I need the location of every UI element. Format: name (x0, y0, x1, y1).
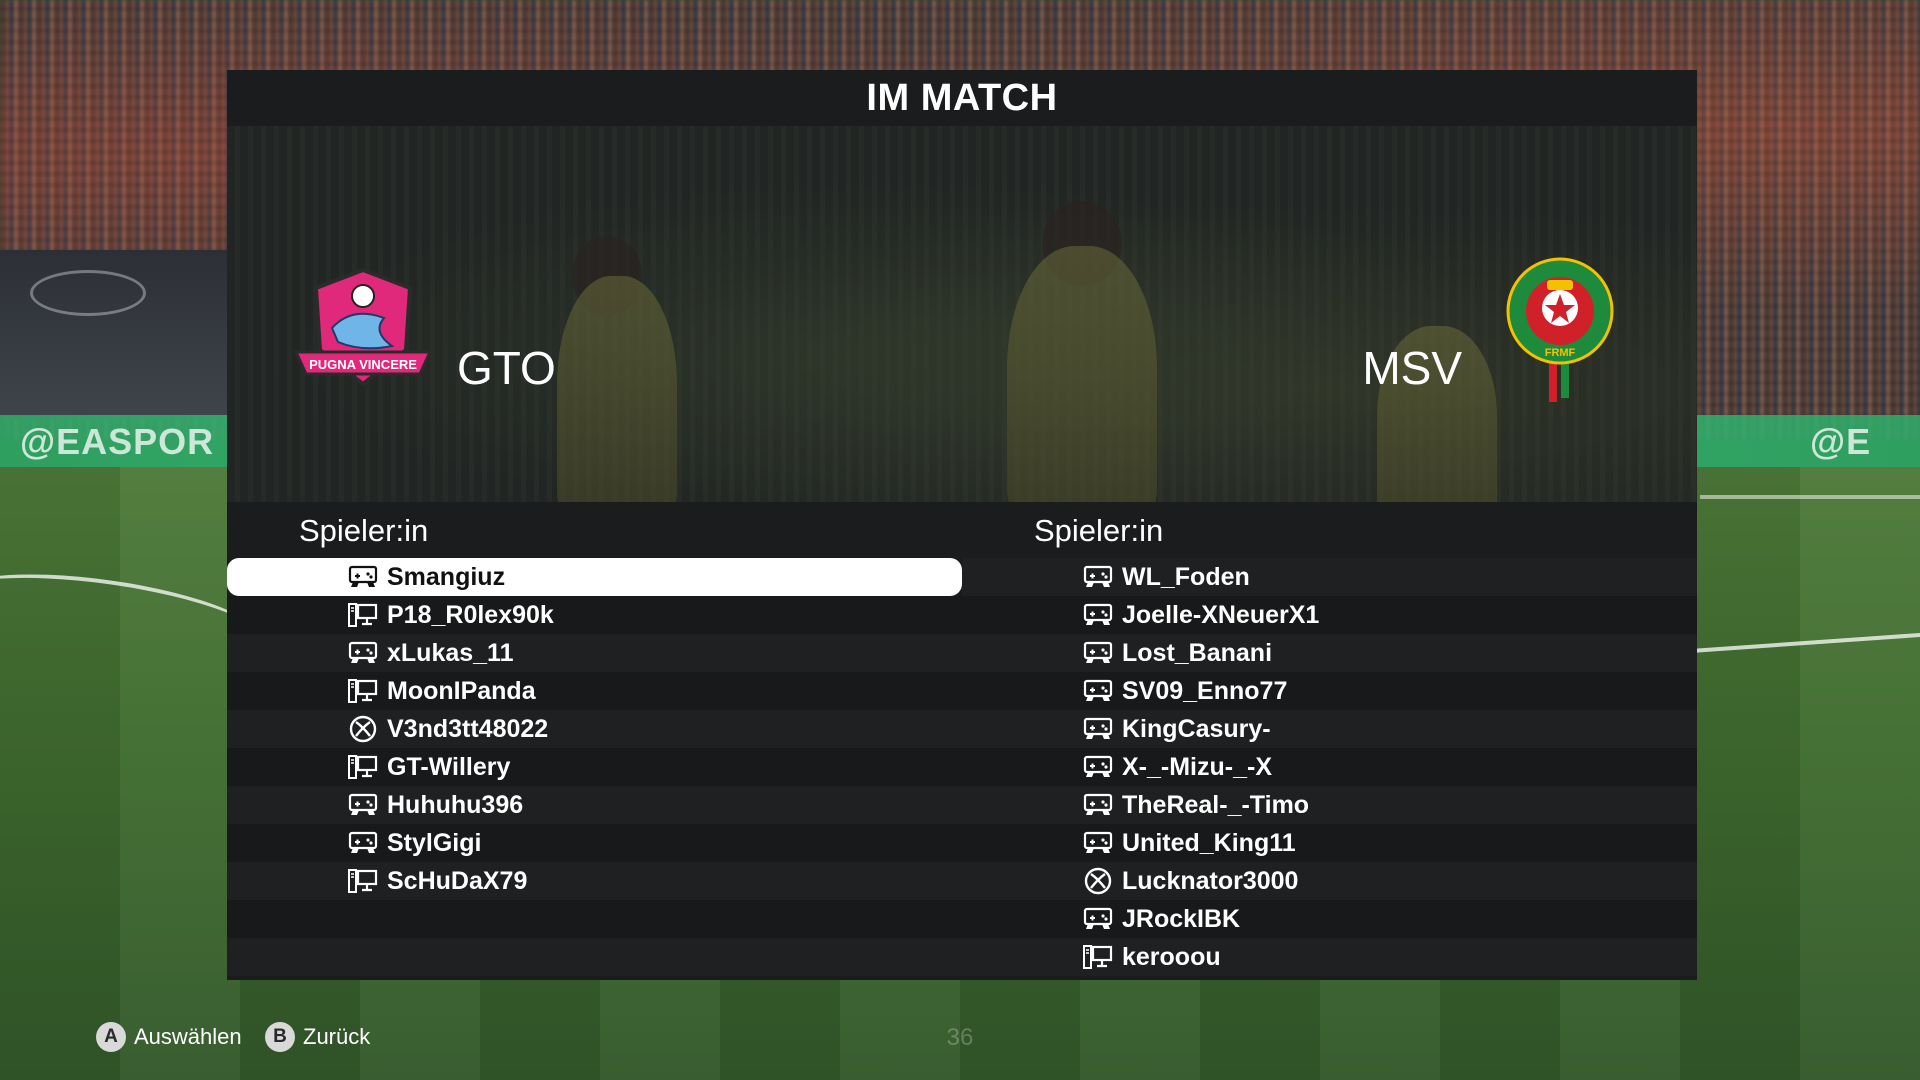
away-players-header: Spieler:in (962, 502, 1697, 558)
player-name: P18_R0lex90k (387, 601, 554, 629)
console-icon (1083, 830, 1113, 856)
home-players-header: Spieler:in (227, 502, 962, 558)
player-name: ScHuDaX79 (387, 867, 528, 895)
away-player-rows: WL_Foden Joelle-XNeuerX1 Lost_Banani SV09_E… (962, 558, 1697, 976)
home-player-row[interactable]: MoonIPanda (227, 672, 962, 710)
console-icon (1083, 906, 1113, 932)
home-player-rows: Smangiuz P18_R0lex90k xLukas_11 MoonIPanda V… (227, 558, 962, 976)
away-crest-text: FRMF (1545, 347, 1576, 359)
banner-player-figure (557, 276, 677, 502)
console-icon (348, 640, 378, 666)
away-player-row[interactable]: kerooou (962, 938, 1697, 976)
pc-icon (348, 754, 378, 780)
player-name: kerooou (1122, 943, 1221, 971)
home-player-row[interactable]: V3nd3tt48022 (227, 710, 962, 748)
away-player-row[interactable]: WL_Foden (962, 558, 1697, 596)
select-button-label: Auswählen (134, 1024, 242, 1049)
select-button[interactable]: A Auswählen (96, 1020, 242, 1054)
player-name: United_King11 (1122, 829, 1296, 857)
away-player-row[interactable]: JRockIBK (962, 900, 1697, 938)
console-icon (1083, 602, 1113, 628)
player-name: V3nd3tt48022 (387, 715, 549, 743)
home-player-row[interactable]: P18_R0lex90k (227, 596, 962, 634)
home-team-name: GTO (457, 342, 556, 394)
player-name: WL_Foden (1122, 563, 1250, 591)
console-icon (348, 792, 378, 818)
page-number: 36 (946, 1024, 974, 1051)
player-name: xLukas_11 (387, 639, 514, 667)
player-name: TheReal-_-Timo (1122, 791, 1310, 819)
away-player-row[interactable]: TheReal-_-Timo (962, 786, 1697, 824)
console-icon (1083, 640, 1113, 666)
ad-board-text-left: @EASPOR (20, 421, 215, 462)
home-player-row[interactable]: Smangiuz (227, 558, 962, 596)
console-icon (1083, 754, 1113, 780)
stadium-tunnel (0, 250, 230, 420)
away-player-row[interactable]: United_King11 (962, 824, 1697, 862)
a-button-icon: A (96, 1022, 126, 1052)
home-player-row[interactable]: xLukas_11 (227, 634, 962, 672)
xbox-icon (1083, 867, 1113, 895)
player-name: SV09_Enno77 (1122, 677, 1288, 705)
player-name: Joelle-XNeuerX1 (1122, 601, 1320, 629)
pc-icon (348, 678, 378, 704)
ad-board-text-right: @E (1810, 421, 1872, 462)
home-player-row[interactable]: GT-Willery (227, 748, 962, 786)
player-name: Lucknator3000 (1122, 867, 1299, 895)
away-player-row[interactable]: Joelle-XNeuerX1 (962, 596, 1697, 634)
console-icon (1083, 716, 1113, 742)
home-players-list: Spieler:in Smangiuz P18_R0lex90k xLukas_11… (227, 502, 962, 980)
banner-player-figure (1007, 246, 1157, 502)
empty-row (227, 900, 962, 938)
team-banner: PUGNA VINCERE GTO FRMF MSV (227, 126, 1697, 502)
console-icon (1083, 564, 1113, 590)
player-name: X-_-Mizu-_-X (1122, 753, 1272, 781)
home-player-row[interactable]: Huhuhu396 (227, 786, 962, 824)
away-team-crest-icon: FRMF (1506, 257, 1614, 402)
back-button[interactable]: B Zurück (265, 1020, 370, 1054)
console-icon (1083, 678, 1113, 704)
player-name: StylGigi (387, 829, 482, 857)
home-team-crest-icon: PUGNA VINCERE (293, 267, 433, 387)
home-player-row[interactable]: StylGigi (227, 824, 962, 862)
sponsor-logo-mark (30, 270, 146, 316)
away-player-row[interactable]: SV09_Enno77 (962, 672, 1697, 710)
pc-icon (348, 868, 378, 894)
empty-row (227, 938, 962, 976)
console-icon (348, 830, 378, 856)
pitch-line (1700, 495, 1920, 499)
console-icon (348, 564, 378, 590)
xbox-icon (348, 715, 378, 743)
home-crest-text: PUGNA VINCERE (309, 357, 417, 372)
b-button-icon: B (265, 1022, 295, 1052)
pc-icon (1083, 944, 1113, 970)
player-name: Smangiuz (387, 563, 506, 591)
player-name: MoonIPanda (387, 677, 536, 705)
page-title: IM MATCH (866, 77, 1058, 119)
away-player-row[interactable]: Lucknator3000 (962, 862, 1697, 900)
panel-header: IM MATCH (227, 70, 1697, 126)
away-player-row[interactable]: KingCasury- (962, 710, 1697, 748)
player-name: Huhuhu396 (387, 791, 524, 819)
back-button-label: Zurück (303, 1024, 371, 1049)
away-player-row[interactable]: X-_-Mizu-_-X (962, 748, 1697, 786)
pc-icon (348, 602, 378, 628)
player-name: KingCasury- (1122, 715, 1271, 743)
home-player-row[interactable]: ScHuDaX79 (227, 862, 962, 900)
match-panel: IM MATCH PUGNA VINCERE GTO FRMF MSV Spie… (227, 70, 1697, 980)
away-team-name: MSV (1362, 342, 1462, 394)
away-player-row[interactable]: Lost_Banani (962, 634, 1697, 672)
console-icon (1083, 792, 1113, 818)
player-name: GT-Willery (387, 753, 511, 781)
away-players-list: Spieler:in WL_Foden Joelle-XNeuerX1 Lost_B… (962, 502, 1697, 980)
player-name: JRockIBK (1122, 905, 1241, 933)
player-name: Lost_Banani (1122, 639, 1273, 667)
